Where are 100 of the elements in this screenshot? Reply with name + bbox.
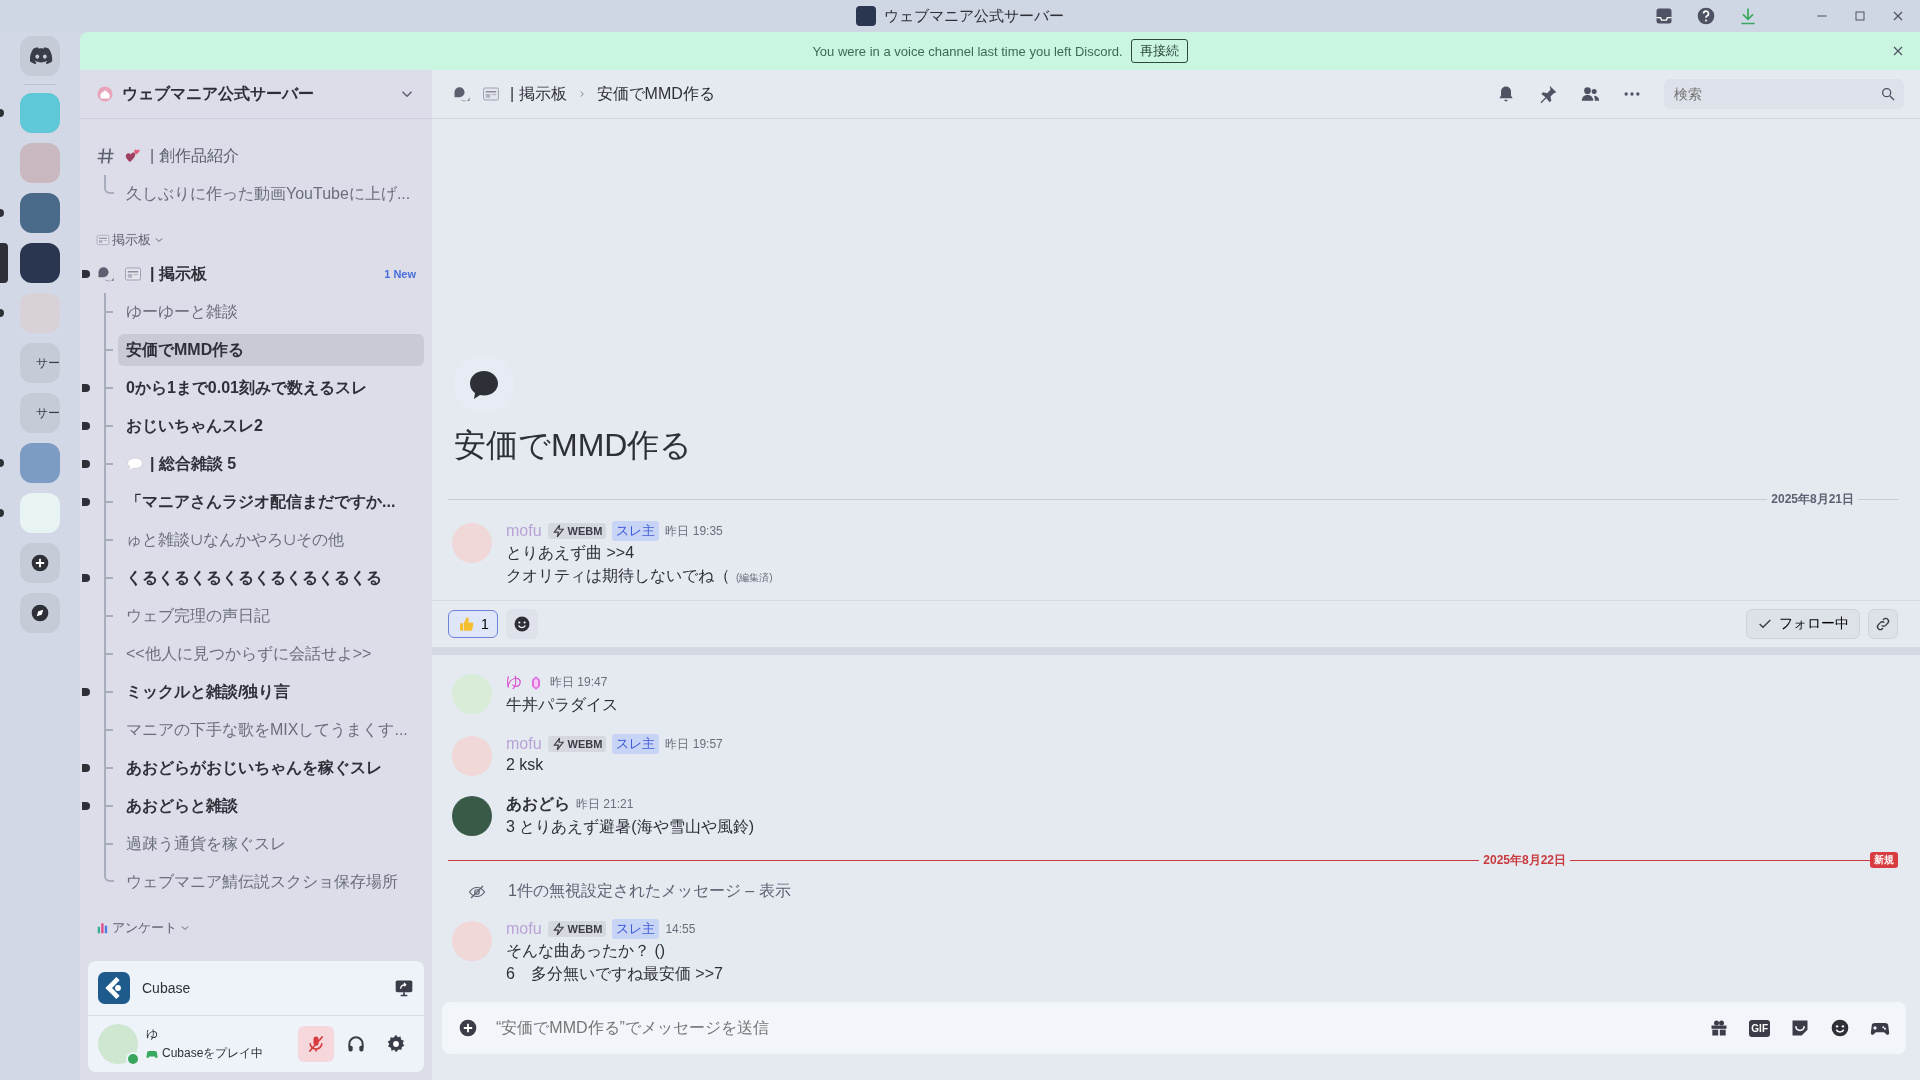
- timestamp: 昨日 19:57: [665, 735, 723, 753]
- forum-channel-link[interactable]: | 掲示板: [150, 263, 377, 285]
- role-tag: スレ主: [612, 919, 660, 939]
- message-text: 2 ksk: [506, 756, 544, 774]
- thread-item[interactable]: マニアの下手な歌をMIXしてうまくす...: [118, 714, 424, 746]
- role-tag: スレ主: [612, 521, 660, 541]
- user-avatar[interactable]: [452, 796, 492, 836]
- online-status-dot: [126, 1052, 140, 1066]
- thread-item[interactable]: あおどらと雑談: [118, 790, 424, 822]
- bar-chart-icon: [96, 921, 110, 935]
- activity-name: Cubase: [142, 980, 191, 996]
- screen-share-icon[interactable]: [394, 978, 414, 998]
- headset-icon: [346, 1034, 366, 1054]
- members-icon[interactable]: [1580, 84, 1600, 104]
- thread-item[interactable]: あおどらがおじいちゃんを稼ぐスレ: [118, 752, 424, 784]
- inbox-icon[interactable]: [1654, 6, 1674, 26]
- thread-item[interactable]: 「マニアさんラジオ配信まだですか...: [118, 486, 424, 518]
- message-text: クオリティは期待しないでね（: [506, 566, 730, 586]
- edited-label: (編集済): [736, 571, 773, 585]
- pin-icon[interactable]: [1538, 84, 1558, 104]
- message-text: 牛丼パラダイス: [506, 695, 618, 715]
- muted-microphone-icon: [306, 1034, 326, 1054]
- thread-item[interactable]: おじいちゃんスレ2: [118, 410, 424, 442]
- timestamp: 昨日 19:47: [550, 674, 608, 691]
- board-icon: [482, 85, 500, 103]
- message-text: そんな曲あったか？ (): [506, 941, 666, 961]
- new-messages-badge: 新規: [1870, 852, 1898, 868]
- gif-button[interactable]: GIF: [1749, 1019, 1770, 1037]
- banner-message: You were in a voice channel last time you left Discord.: [812, 43, 1123, 59]
- thread-item[interactable]: ゅと雑談∪なんかやろ∪その他: [118, 524, 424, 556]
- thread-item[interactable]: 久しぶりに作った動画YouTubeに上げ...: [118, 178, 424, 210]
- category-label[interactable]: 掲示板: [112, 231, 151, 249]
- link-icon: [1875, 616, 1891, 632]
- server-tag: WEBM: [547, 921, 607, 937]
- thread-item[interactable]: ミックルと雑談/独り言: [118, 676, 424, 708]
- user-status: Cubaseをプレイ中: [162, 1045, 264, 1062]
- search-input[interactable]: 検索: [1672, 85, 1880, 103]
- server-button[interactable]: サー: [20, 343, 60, 383]
- sticker-icon[interactable]: [1790, 1018, 1810, 1038]
- thread-title: 安価でMMD作る: [596, 83, 715, 104]
- search-icon: [1880, 86, 1896, 102]
- message-text: 6 多分無いですね最安価 >>7: [506, 964, 723, 984]
- board-icon: [124, 265, 142, 283]
- breadcrumb-link[interactable]: | 掲示板: [510, 83, 567, 105]
- timestamp: 14:55: [665, 922, 696, 936]
- thread-item[interactable]: ウェブ完理の声日記: [118, 600, 424, 632]
- add-server-button[interactable]: [20, 543, 60, 583]
- discover-button[interactable]: [20, 593, 60, 633]
- home-button[interactable]: [20, 36, 60, 76]
- message-text: 3 とりあえず避暑(海や雪山や風鈴): [506, 817, 754, 837]
- copy-link-button[interactable]: [1868, 609, 1898, 639]
- speech-bubble-icon: [126, 455, 144, 473]
- message-input[interactable]: “安価でMMD作る”でメッセージを送信: [494, 1018, 1694, 1038]
- board-icon: [96, 233, 110, 247]
- thread-item[interactable]: ウェブマニア鯖伝説スクショ保存場所: [118, 866, 424, 898]
- thread-connector-line: [104, 175, 114, 194]
- server-name[interactable]: ウェブマニア公式サーバー: [122, 83, 314, 105]
- ignored-message-notice[interactable]: 1件の無視設定されたメッセージ – 表示: [508, 881, 791, 902]
- thread-item[interactable]: ゆーゆーと雑談: [118, 296, 424, 328]
- thread-item[interactable]: 安価でMMD作る: [118, 334, 424, 366]
- add-attachment-icon[interactable]: [458, 1018, 478, 1038]
- new-count-label: 1 New: [384, 268, 416, 280]
- thread-item[interactable]: <<他人に見つからずに会話せよ>>: [118, 638, 424, 670]
- author-name[interactable]: あおどら: [506, 794, 570, 815]
- cubase-logo-icon: [98, 972, 130, 1004]
- thread-item[interactable]: 0から1まで0.01刻みで数えるスレ: [118, 372, 424, 404]
- lightning-icon: [551, 524, 566, 538]
- forum-icon: [96, 264, 116, 284]
- message-text: とりあえず曲 >>4: [506, 543, 635, 563]
- lightning-icon: [551, 737, 566, 751]
- follow-button[interactable]: フォロー中: [1746, 609, 1860, 639]
- server-tag: WEBM: [547, 523, 607, 539]
- hearts-icon: [124, 147, 142, 165]
- thumbs-up-icon: [457, 615, 475, 633]
- message-composer[interactable]: “安価でMMD作る”でメッセージを送信 GIF: [442, 1002, 1906, 1054]
- smiley-icon: [512, 615, 531, 633]
- thread-item[interactable]: 過疎う通貨を稼ぐスレ: [118, 828, 424, 860]
- date-divider: 2025年8月22日: [1483, 851, 1566, 869]
- thread-item[interactable]: くるくるくるくるくるくるくるくる: [118, 562, 424, 594]
- emoji-icon[interactable]: [1830, 1018, 1850, 1038]
- reconnect-button[interactable]: 再接続: [1130, 39, 1188, 63]
- server-avatar[interactable]: [20, 243, 60, 283]
- reaction-button[interactable]: 1: [448, 610, 498, 638]
- timestamp: 昨日 21:21: [576, 796, 634, 813]
- server-icon: [856, 6, 876, 26]
- server-button[interactable]: サー: [20, 393, 60, 433]
- thread-item[interactable]: | 総合雑談 5: [118, 448, 424, 480]
- server-avatar[interactable]: [20, 193, 60, 233]
- role-tag: スレ主: [612, 734, 660, 754]
- add-reaction-button[interactable]: [505, 609, 538, 639]
- user-avatar[interactable]: [98, 1024, 138, 1064]
- settings-icon: [386, 1034, 406, 1054]
- mute-button[interactable]: [298, 1026, 334, 1062]
- date-divider: 2025年8月21日: [1771, 490, 1854, 508]
- help-icon[interactable]: [1696, 6, 1716, 26]
- search-field[interactable]: 検索: [1664, 79, 1904, 109]
- gift-icon[interactable]: [1709, 1018, 1730, 1038]
- hash-icon: [96, 146, 116, 166]
- channel-link[interactable]: | 創作品紹介: [150, 145, 416, 167]
- category-label[interactable]: アンケート: [112, 919, 177, 937]
